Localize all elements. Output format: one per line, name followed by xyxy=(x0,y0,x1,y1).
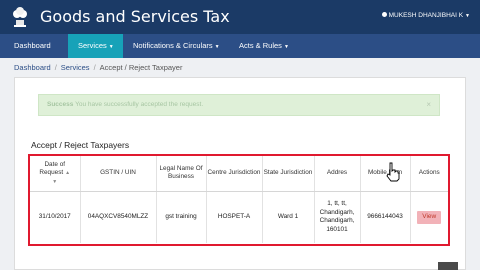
breadcrumb: Dashboard / Services / Accept / Reject Taxpa… xyxy=(14,63,182,72)
column-header-label: State Jurisdiction xyxy=(263,169,313,176)
nav-item-label: Notifications & Circulars xyxy=(133,41,213,50)
breadcrumb-current: Accept / Reject Taxpayer xyxy=(99,63,183,72)
nav-item-dashboard[interactable]: Dashboard xyxy=(0,34,68,58)
close-icon[interactable]: × xyxy=(426,100,431,109)
column-header-label: Addres xyxy=(326,169,348,176)
chevron-down-icon: ▼ xyxy=(214,44,220,50)
main-nav: Dashboard Services ▼ Notifications & Circ… xyxy=(0,34,480,58)
breadcrumb-dashboard[interactable]: Dashboard xyxy=(14,63,51,72)
cell-address: 1, tt, tt, Chandigarh, Chandigarh, 16010… xyxy=(314,191,361,243)
column-header-state: State Jurisdiction xyxy=(262,156,315,192)
breadcrumb-separator: / xyxy=(93,63,96,72)
national-emblem-icon xyxy=(13,7,27,27)
chevron-down-icon: ▼ xyxy=(108,44,114,50)
cell-legal-name: gst training xyxy=(156,191,207,243)
cell-gstin: 04AQXCV8540MLZZ xyxy=(80,191,157,243)
nav-item-acts-rules[interactable]: Acts & Rules ▼ xyxy=(227,34,302,58)
nav-item-label: Acts & Rules xyxy=(239,41,282,50)
column-header-label: Legal Name Of Business xyxy=(159,164,203,181)
alert-text: Success You have successfully accepted t… xyxy=(47,101,203,108)
breadcrumb-separator: / xyxy=(54,63,57,72)
chevron-down-icon: ▼ xyxy=(283,44,289,50)
alert-strong: Success xyxy=(47,101,74,108)
chevron-down-icon: ▼ xyxy=(465,13,470,19)
column-header-label: Centre Jurisdiction xyxy=(207,169,261,176)
column-header-mobile: Mobile Num xyxy=(360,156,411,192)
column-header-centre: Centre Jurisdiction xyxy=(206,156,263,192)
breadcrumb-services[interactable]: Services xyxy=(61,63,90,72)
scrollbar-thumb[interactable] xyxy=(438,262,458,270)
table-row: 31/10/2017 04AQXCV8540MLZZ gst training … xyxy=(30,191,448,243)
cell-actions: View xyxy=(410,191,448,243)
success-alert: Success You have successfully accepted t… xyxy=(38,94,440,116)
column-header-label: GSTIN / UIN xyxy=(100,169,136,176)
column-header-label: Date of Request xyxy=(39,160,66,177)
user-menu[interactable]: MUKESH DHANJIBHAI K ▼ xyxy=(381,12,470,19)
column-header-address: Addres xyxy=(314,156,361,192)
cell-centre: HOSPET-A xyxy=(206,191,263,243)
section-title: Accept / Reject Taxpayers xyxy=(31,140,130,150)
cell-date: 31/10/2017 xyxy=(30,191,81,243)
alert-message: You have successfully accepted the reque… xyxy=(75,101,204,108)
column-header-gstin: GSTIN / UIN xyxy=(80,156,157,192)
column-header-label: Actions xyxy=(418,169,440,176)
top-header: Goods and Services Tax MUKESH DHANJIBHAI… xyxy=(0,0,480,34)
column-header-date[interactable]: Date of Request ▲ ▼ xyxy=(30,156,81,192)
cell-state: Ward 1 xyxy=(262,191,315,243)
nav-item-label: Dashboard xyxy=(14,41,51,50)
nav-item-notifications[interactable]: Notifications & Circulars ▼ xyxy=(123,34,227,58)
site-title[interactable]: Goods and Services Tax xyxy=(40,7,230,26)
user-icon xyxy=(381,12,387,17)
hand-cursor-icon xyxy=(386,162,400,182)
nav-item-services[interactable]: Services ▼ xyxy=(68,34,123,58)
column-header-legal-name: Legal Name Of Business xyxy=(156,156,207,192)
cell-mobile: 9666144043 xyxy=(360,191,411,243)
column-header-actions: Actions xyxy=(410,156,448,192)
nav-item-label: Services xyxy=(78,41,107,50)
user-name: MUKESH DHANJIBHAI K xyxy=(388,12,464,19)
view-button[interactable]: View xyxy=(417,211,442,224)
